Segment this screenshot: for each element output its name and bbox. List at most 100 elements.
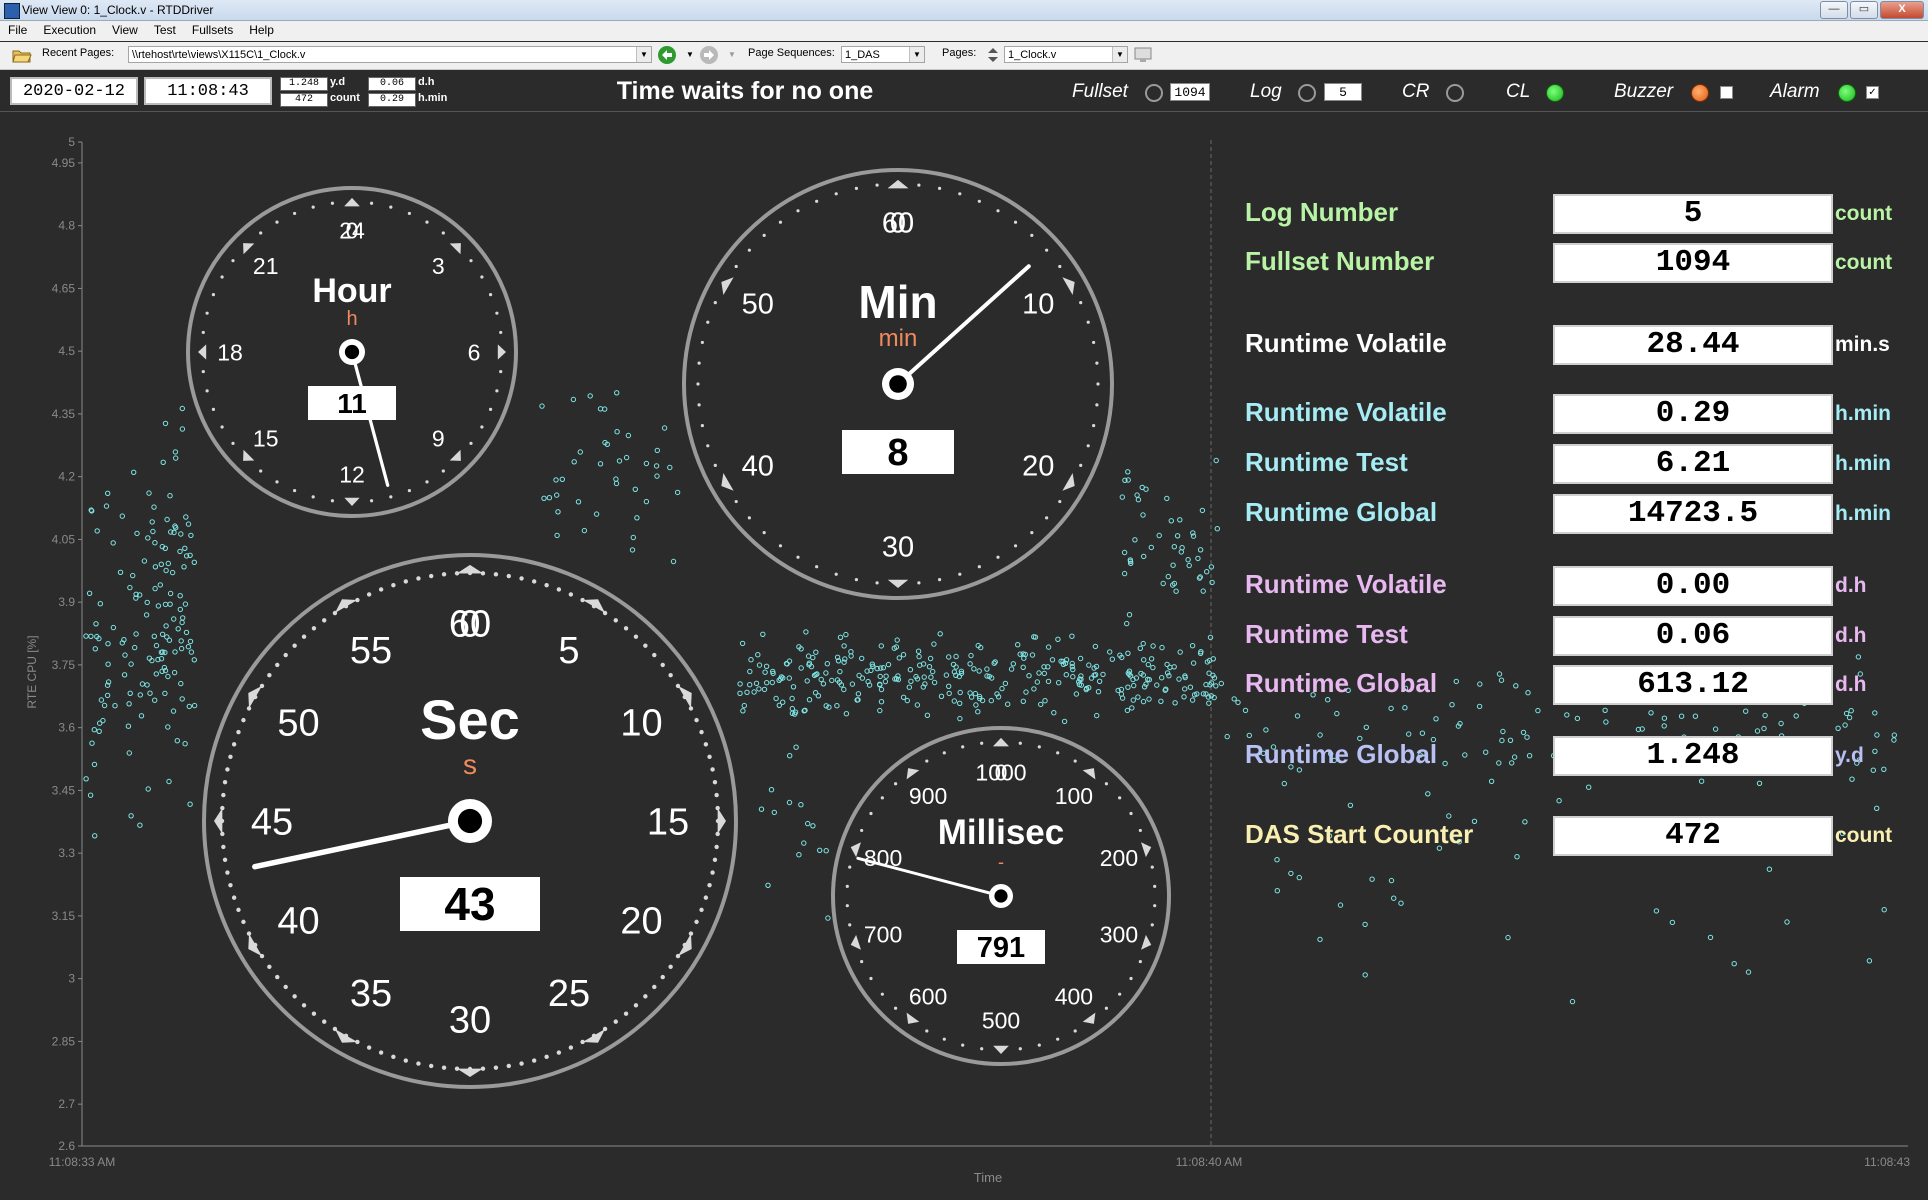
cpu-sample-dot <box>1210 656 1217 662</box>
cpu-sample-dot <box>1171 544 1178 550</box>
gauge-minor-tick <box>703 742 709 747</box>
open-folder-icon[interactable] <box>12 47 32 63</box>
gauge-minor-tick <box>1104 782 1109 786</box>
cpu-sample-dot <box>1159 675 1165 681</box>
cpu-sample-dot <box>1317 732 1323 738</box>
cpu-sample-dot <box>796 852 802 858</box>
menu-execution[interactable]: Execution <box>35 21 104 41</box>
gauge-minor-tick <box>441 469 445 473</box>
gauge-tick-label: 300 <box>1100 922 1138 948</box>
menu-view[interactable]: View <box>104 21 146 41</box>
cpu-sample-dot <box>806 697 813 703</box>
cpu-sample-dot <box>177 606 184 613</box>
menu-test[interactable]: Test <box>146 21 184 41</box>
gauge-minor-tick <box>292 488 297 493</box>
x-axis-ticks: 11:08:33 AM 11:08:40 AM 11:08:43 <box>49 1155 1911 1169</box>
forward-dropdown-icon[interactable]: ▼ <box>728 50 736 59</box>
gauge-minor-tick <box>506 573 511 579</box>
forward-button[interactable] <box>700 46 718 64</box>
monitor-icon[interactable] <box>1134 47 1152 63</box>
gauge-minor-tick <box>1138 959 1142 964</box>
cpu-sample-dot <box>1135 497 1142 503</box>
spinner-icon[interactable] <box>986 47 1000 63</box>
cpu-sample-dot <box>178 680 184 687</box>
gauge-minor-tick <box>275 220 279 224</box>
back-button[interactable] <box>658 46 676 64</box>
cpu-sample-dot <box>1141 553 1147 560</box>
readout-label: Runtime Volatile <box>1245 328 1447 358</box>
gauge-minor-tick <box>259 469 263 473</box>
gauge-minor-tick <box>1045 516 1049 520</box>
cpu-sample-dot <box>1036 670 1042 676</box>
cpu-sample-dot <box>1061 718 1068 725</box>
gauge-minor-tick <box>1073 759 1077 763</box>
minimize-button[interactable]: — <box>1820 1 1848 19</box>
cpu-sample-dot <box>1124 707 1131 714</box>
cpu-sample-dot <box>541 495 547 501</box>
cpu-sample-dot <box>1141 657 1147 663</box>
gauge-minor-tick <box>854 578 859 582</box>
cpu-sample-dot <box>761 686 768 693</box>
maximize-button[interactable]: ▭ <box>1850 1 1878 19</box>
gauge-minor-tick <box>211 407 216 412</box>
cpu-sample-dot <box>1496 760 1502 766</box>
gauge-minor-tick <box>220 425 224 429</box>
gauge-minor-tick <box>1096 382 1100 386</box>
gauge-minor-tick <box>643 994 648 999</box>
page-sequences-select[interactable]: 1_DAS ▼ <box>841 46 925 63</box>
gauge-minor-tick <box>712 780 718 785</box>
gauge-minor-tick <box>668 964 673 969</box>
cpu-sample-dot <box>1363 724 1370 730</box>
menu-fullsets[interactable]: Fullsets <box>184 21 241 41</box>
gauge-minor-tick <box>1058 499 1062 504</box>
gauge-minor-tick <box>221 844 226 850</box>
gauge-minor-tick <box>1045 248 1049 252</box>
cpu-sample-dot <box>915 648 922 654</box>
gauge-minor-tick <box>778 544 783 548</box>
cpu-sample-dot <box>1891 732 1898 738</box>
gauge-minor-tick <box>1018 741 1022 745</box>
cpu-sample-dot <box>654 473 660 479</box>
alarm-checkbox[interactable]: ✓ <box>1866 86 1879 99</box>
cpu-sample-dot <box>1159 644 1165 651</box>
cpu-sample-dot <box>1362 972 1368 978</box>
cpu-sample-dot <box>1063 672 1070 678</box>
cpu-sample-dot <box>125 723 132 729</box>
cpu-sample-dot <box>1121 549 1128 556</box>
gauge-minor-tick <box>747 516 751 520</box>
cpu-sample-dot <box>187 801 193 807</box>
cpu-sample-dot <box>182 741 188 747</box>
back-dropdown-icon[interactable]: ▼ <box>686 50 694 59</box>
gauge-minor-tick <box>1018 1047 1022 1051</box>
readout-label: Runtime Volatile <box>1245 397 1447 427</box>
cpu-sample-dot <box>1281 780 1288 787</box>
cpu-sample-dot <box>1172 700 1178 706</box>
cpu-sample-dot <box>967 661 973 667</box>
gauge-minor-tick <box>815 565 819 569</box>
cpu-sample-dot <box>171 616 177 622</box>
mini-unit-yd: y.d <box>330 76 346 88</box>
readout-label: Fullset Number <box>1245 246 1435 276</box>
cpu-sample-dot <box>810 823 816 829</box>
cpu-sample-dot <box>110 624 117 631</box>
cpu-sample-dot <box>539 403 545 409</box>
y-tick-label: 3.9 <box>58 595 75 609</box>
cpu-sample-dot <box>1179 545 1185 551</box>
cpu-sample-dot <box>1095 689 1102 695</box>
cpu-sample-dot <box>1574 715 1581 722</box>
cpu-sample-dot <box>758 806 765 812</box>
gauge-minor-tick <box>706 444 710 448</box>
menu-help[interactable]: Help <box>241 21 282 41</box>
buzzer-checkbox[interactable] <box>1720 86 1733 99</box>
close-button[interactable]: X <box>1880 1 1924 19</box>
pages-select[interactable]: 1_Clock.v ▼ <box>1004 46 1128 63</box>
cpu-sample-dot <box>100 717 106 724</box>
gauge-minor-tick <box>480 275 484 279</box>
gauge-minor-tick <box>1056 1037 1060 1041</box>
menu-file[interactable]: File <box>0 21 35 41</box>
gauge-tick-label: 15 <box>253 426 279 452</box>
recent-pages-select[interactable]: \\rtehost\rte\views\X115C\1_Clock.v ▼ <box>128 46 652 63</box>
cpu-sample-dot <box>957 700 963 706</box>
cpu-sample-dot <box>938 693 945 699</box>
gauge-minor-tick <box>845 884 849 888</box>
